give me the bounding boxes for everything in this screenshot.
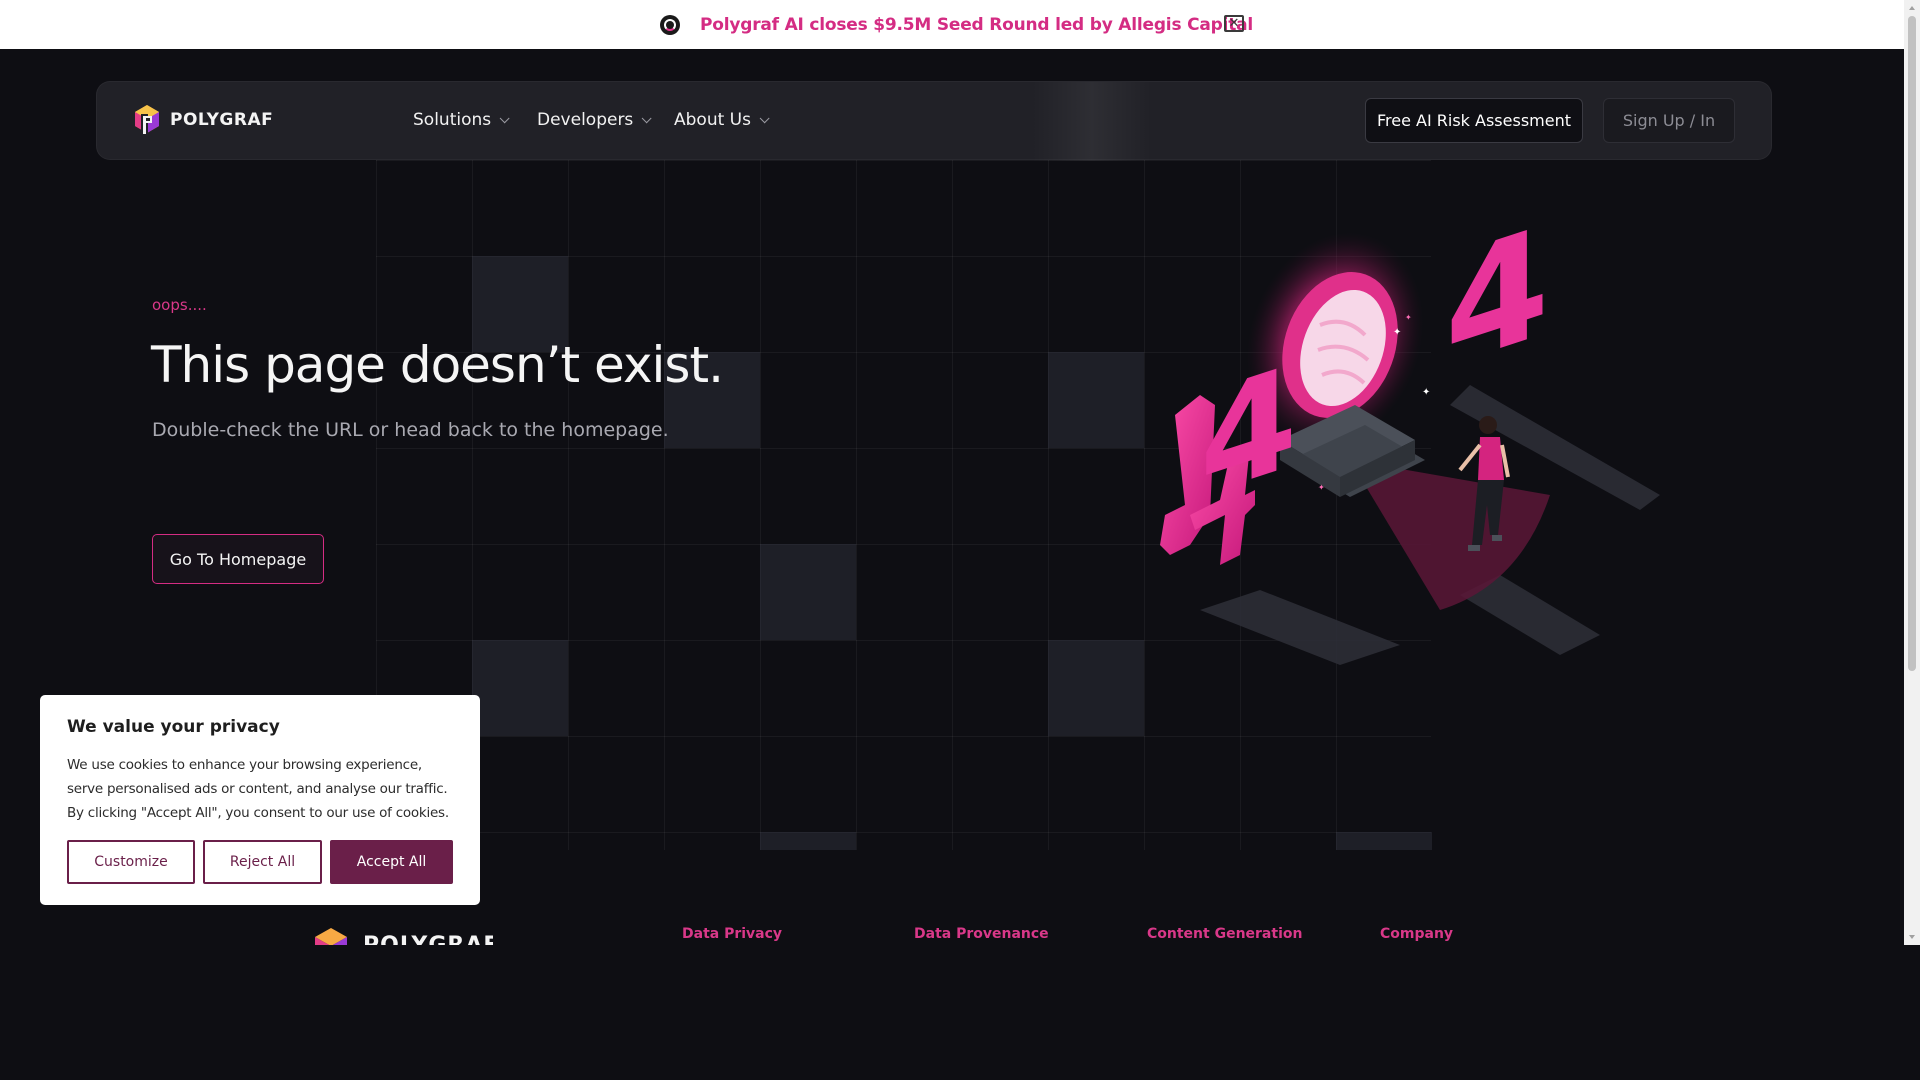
page-subtitle: Double-check the URL or head back to the…	[152, 419, 669, 441]
nav-solutions-label: Solutions	[413, 110, 492, 130]
nav-about-us[interactable]: About Us	[674, 110, 770, 130]
nav-about-us-label: About Us	[674, 110, 751, 130]
go-to-homepage-button[interactable]: Go To Homepage	[152, 534, 324, 584]
footer-link-data-privacy[interactable]: Data Privacy	[682, 926, 782, 942]
announcement-link[interactable]: Polygraf AI closes $9.5M Seed Round led …	[700, 15, 1253, 35]
digit-four-left: 4	[1160, 334, 1297, 565]
footer-logo[interactable]: POLYGRAF	[313, 928, 493, 945]
scrollbar-thumb[interactable]	[1908, 16, 1916, 671]
scroll-up-icon[interactable]	[1909, 6, 1915, 10]
polygraf-logo-icon	[135, 105, 159, 134]
nav-developers[interactable]: Developers	[537, 110, 652, 130]
sparkle-icon: ✦	[1393, 327, 1401, 338]
footer-link-company[interactable]: Company	[1380, 926, 1453, 942]
digit-four-left-glyph: 4	[1200, 334, 1297, 528]
nav-solutions[interactable]: Solutions	[413, 110, 510, 130]
digit-four-right-glyph: 4	[1445, 215, 1549, 402]
sparkle-icon: ✦	[1405, 313, 1412, 322]
scroll-down-icon[interactable]	[1909, 935, 1915, 939]
page-scrollbar[interactable]	[1904, 0, 1920, 945]
grid-highlight-cell	[1336, 832, 1432, 850]
polygraf-logo[interactable]: POLYGRAF	[134, 104, 273, 136]
cookie-body: We use cookies to enhance your browsing …	[67, 757, 449, 821]
404-illustration: 4 4 ✦ ✦ ✦ ✦	[1160, 215, 1660, 665]
cookie-accept-all-button[interactable]: Accept All	[330, 840, 453, 884]
footer-logo-wordmark: POLYGRAF	[363, 933, 493, 945]
cookie-reject-all-button[interactable]: Reject All	[203, 840, 322, 884]
grid-highlight-cell	[760, 544, 856, 640]
announcement-bar: Polygraf AI closes $9.5M Seed Round led …	[0, 0, 1904, 49]
floor-shadow	[1200, 590, 1400, 665]
logo-wordmark: POLYGRAF	[170, 110, 274, 130]
grid-highlight-cell	[1048, 352, 1144, 448]
free-ai-risk-assessment-button[interactable]: Free AI Risk Assessment	[1365, 98, 1583, 143]
polygraf-badge-icon	[660, 15, 680, 35]
sparkle-icon: ✦	[1318, 483, 1325, 492]
cookie-consent-banner: We value your privacy We use cookies to …	[40, 695, 480, 905]
footer-logo-icon	[315, 928, 347, 945]
grid-highlight-cell	[472, 640, 568, 736]
nav-developers-label: Developers	[537, 110, 634, 130]
page-title: This page doesn’t exist.	[151, 336, 724, 394]
close-icon[interactable]: ✕	[1224, 15, 1244, 32]
cookie-title: We value your privacy	[67, 717, 280, 737]
viewport-bottom	[0, 945, 1904, 1080]
grid-highlight-cell	[1048, 640, 1144, 736]
sign-up-in-button[interactable]: Sign Up / In	[1603, 98, 1735, 143]
error-eyebrow: oops....	[152, 296, 207, 314]
footer-link-data-provenance[interactable]: Data Provenance	[914, 926, 1049, 942]
navbar-glow	[1032, 82, 1152, 161]
grid-highlight-cell	[760, 832, 856, 850]
footer-link-content-generation[interactable]: Content Generation	[1147, 926, 1302, 942]
cookie-customize-button[interactable]: Customize	[67, 840, 195, 884]
sparkle-icon: ✦	[1422, 387, 1430, 398]
